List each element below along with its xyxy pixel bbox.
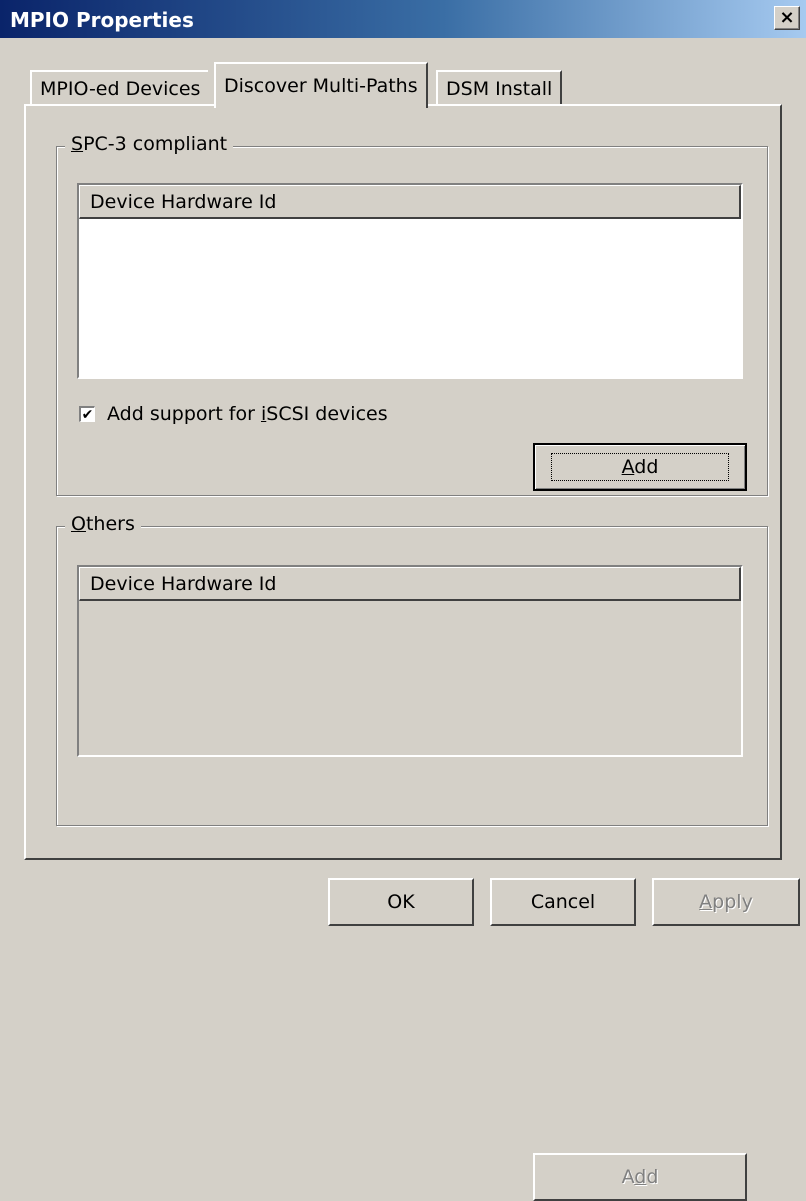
others-group-label: Others: [65, 513, 141, 535]
spc3-add-button[interactable]: Add: [533, 443, 747, 491]
tab-mpio-ed-devices[interactable]: MPIO-ed Devices: [30, 70, 209, 106]
apply-button[interactable]: Apply: [652, 878, 800, 926]
tab-label: Discover Multi-Paths: [224, 75, 418, 97]
tab-dsm-install[interactable]: DSM Install: [436, 70, 563, 106]
spc3-device-list[interactable]: Device Hardware Id: [77, 183, 743, 379]
iscsi-support-checkbox[interactable]: ✔: [79, 406, 95, 422]
add-button-label: Add: [621, 1166, 659, 1188]
tab-panel: SPC-3 compliant Device Hardware Id ✔ Add…: [24, 104, 782, 1201]
iscsi-support-checkbox-row[interactable]: ✔ Add support for iSCSI devices: [79, 403, 388, 425]
others-group: Others Device Hardware Id Add: [56, 513, 768, 1201]
title-bar[interactable]: MPIO Properties ×: [0, 0, 806, 38]
ok-button[interactable]: OK: [328, 878, 474, 926]
others-add-button[interactable]: Add: [533, 1153, 747, 1201]
iscsi-support-label: Add support for iSCSI devices: [107, 403, 388, 425]
tab-discover-multi-paths[interactable]: Discover Multi-Paths: [214, 62, 428, 108]
column-header-device-hardware-id[interactable]: Device Hardware Id: [79, 185, 741, 219]
spc3-compliant-group: SPC-3 compliant Device Hardware Id ✔ Add…: [56, 133, 768, 496]
tab-label: MPIO-ed Devices: [40, 78, 201, 100]
spc3-group-label: SPC-3 compliant: [65, 133, 234, 155]
column-header-device-hardware-id[interactable]: Device Hardware Id: [79, 567, 741, 601]
cancel-button[interactable]: Cancel: [490, 878, 636, 926]
others-device-list[interactable]: Device Hardware Id: [77, 565, 743, 757]
close-button[interactable]: ×: [774, 6, 800, 30]
close-icon: ×: [779, 7, 795, 28]
tab-label: DSM Install: [446, 78, 553, 100]
add-button-label: Add: [550, 453, 730, 481]
checkmark-icon: ✔: [81, 406, 94, 423]
apply-button-label: Apply: [699, 891, 753, 913]
window-title: MPIO Properties: [10, 8, 194, 32]
